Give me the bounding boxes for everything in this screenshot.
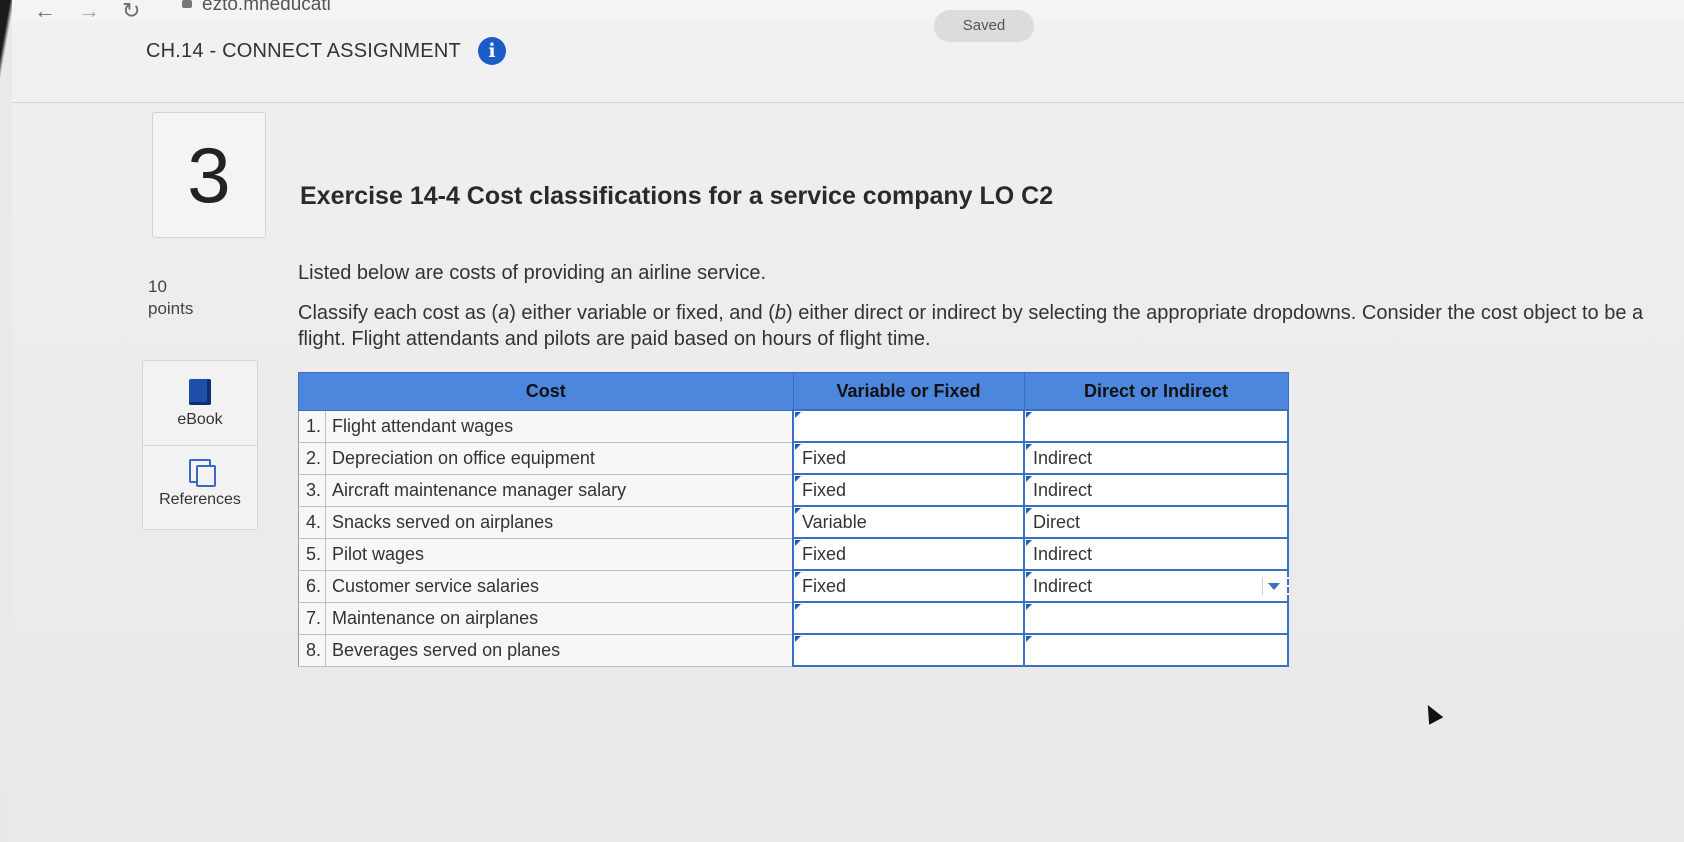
mouse-cursor-icon (1420, 701, 1444, 725)
browser-toolbar: ← → ↻ ezto.mheducati (12, 0, 1684, 23)
direct-indirect-value: Direct (1033, 511, 1081, 532)
row-number: 7. (298, 601, 326, 635)
row-number: 2. (298, 441, 326, 475)
assignment-title: CH.14 - CONNECT ASSIGNMENT (146, 40, 461, 62)
direct-indirect-dropdown[interactable] (1023, 633, 1289, 667)
variable-fixed-dropdown[interactable]: Variable (792, 505, 1025, 539)
direct-indirect-dropdown[interactable]: Indirect (1023, 473, 1289, 507)
exercise-title: Exercise 14-4 Cost classifications for a… (300, 182, 1054, 210)
header-cost: Cost (298, 372, 794, 411)
copy-icon (189, 459, 216, 487)
chevron-down-icon[interactable] (1262, 577, 1283, 595)
variable-fixed-dropdown[interactable] (792, 409, 1025, 443)
browser-screen: ← → ↻ ezto.mheducati Saved CH.14 - CONNE… (12, 0, 1684, 842)
table-row: 5. Pilot wages Fixed Indirect (298, 537, 1289, 571)
direct-indirect-value: Indirect (1033, 575, 1093, 596)
references-button[interactable]: References (143, 459, 257, 509)
direct-indirect-dropdown[interactable] (1023, 601, 1289, 635)
instr-a: a (498, 302, 510, 324)
cost-name: Beverages served on planes (325, 633, 794, 667)
cost-name: Flight attendant wages (325, 409, 794, 443)
arrow-right-icon[interactable]: → (78, 0, 100, 24)
points-label: points (148, 299, 194, 318)
variable-fixed-dropdown[interactable]: Fixed (792, 441, 1025, 475)
info-icon[interactable]: i (478, 37, 506, 65)
book-icon (189, 379, 211, 405)
points-value: 10 (148, 277, 167, 296)
table-row: 2. Depreciation on office equipment Fixed I… (298, 441, 1289, 475)
variable-fixed-dropdown[interactable]: Fixed (792, 473, 1025, 507)
direct-indirect-dropdown[interactable]: Indirect (1023, 537, 1289, 571)
direct-indirect-dropdown[interactable] (1023, 409, 1289, 443)
instr-text-1: Classify each cost as ( (298, 302, 499, 324)
direct-indirect-dropdown[interactable]: Direct (1023, 505, 1289, 539)
row-number: 5. (298, 537, 326, 571)
table-row: 6. Customer service salaries Fixed Indirect (298, 569, 1289, 603)
cost-name: Aircraft maintenance manager salary (325, 473, 794, 507)
cost-name: Depreciation on office equipment (325, 441, 794, 475)
row-number: 8. (298, 633, 326, 667)
row-number: 4. (298, 505, 326, 539)
exercise-intro: Listed below are costs of providing an a… (298, 262, 767, 284)
header-direct-indirect: Direct or Indirect (1023, 372, 1289, 411)
lock-icon (182, 0, 192, 8)
direct-indirect-value: Indirect (1033, 543, 1093, 564)
variable-fixed-dropdown[interactable] (792, 633, 1025, 667)
cost-name: Maintenance on airplanes (325, 601, 794, 635)
row-number: 3. (298, 473, 326, 507)
instr-text-2: ) either variable or fixed, and ( (509, 302, 775, 324)
arrow-left-icon[interactable]: ← (34, 0, 56, 24)
question-number: 3 (152, 112, 266, 238)
references-label: References (159, 491, 241, 508)
saved-status-badge: Saved (934, 10, 1034, 42)
variable-fixed-dropdown[interactable]: Fixed (792, 537, 1025, 571)
direct-indirect-value: Indirect (1033, 479, 1093, 500)
resource-panel: eBook References (142, 360, 258, 530)
table-row: 4. Snacks served on airplanes Variable Dire… (298, 505, 1289, 539)
cost-name: Snacks served on airplanes (325, 505, 794, 539)
reload-icon[interactable]: ↻ (122, 0, 140, 24)
exercise-instructions: Classify each cost as (a) either variabl… (298, 300, 1658, 352)
direct-indirect-dropdown[interactable]: Indirect (1023, 569, 1289, 603)
direct-indirect-value: Indirect (1033, 447, 1093, 468)
header-variable-fixed: Variable or Fixed (792, 372, 1025, 411)
cost-classification-table: Cost Variable or Fixed Direct or Indirec… (298, 372, 1289, 667)
table-row: 7. Maintenance on airplanes (298, 601, 1289, 635)
table-row: 8. Beverages served on planes (298, 633, 1289, 667)
instr-b: b (774, 302, 787, 324)
cost-name: Customer service salaries (325, 569, 794, 603)
variable-fixed-dropdown[interactable] (792, 601, 1025, 635)
url-bar[interactable]: ezto.mheducati (202, 0, 331, 16)
row-number: 1. (298, 409, 326, 443)
ebook-button[interactable]: eBook (143, 379, 257, 446)
row-number: 6. (298, 569, 326, 603)
question-points: 10 points (148, 276, 193, 320)
table-row: 3. Aircraft maintenance manager salary Fix… (298, 473, 1289, 507)
table-row: 1. Flight attendant wages (298, 409, 1289, 443)
cost-name: Pilot wages (325, 537, 794, 571)
ebook-label: eBook (177, 411, 223, 428)
variable-fixed-dropdown[interactable]: Fixed (792, 569, 1025, 603)
direct-indirect-dropdown[interactable]: Indirect (1023, 441, 1289, 475)
